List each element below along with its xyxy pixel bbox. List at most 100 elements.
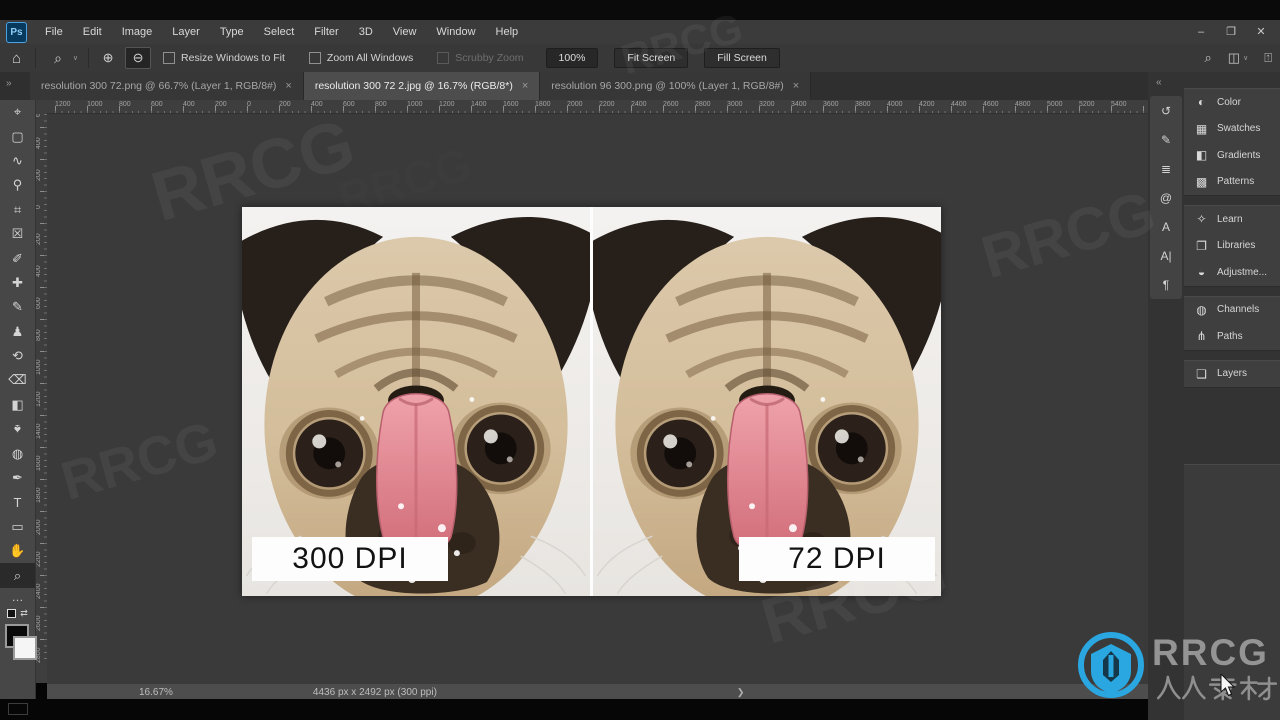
menu-item[interactable]: Help xyxy=(486,20,529,44)
clone-stamp-tool[interactable]: ♟ xyxy=(0,320,35,344)
character-panel-icon[interactable]: A xyxy=(1150,212,1182,241)
quick-mask-icon[interactable] xyxy=(8,703,28,715)
tab-close-icon[interactable]: × xyxy=(793,80,799,92)
brush-settings-panel-icon[interactable]: ✎ xyxy=(1150,125,1182,154)
libraries-panel-item[interactable]: ❐ Libraries xyxy=(1184,233,1280,260)
panel-item-label: Layers xyxy=(1217,368,1248,380)
background-color-chip[interactable] xyxy=(13,635,37,660)
object-selection-tool[interactable]: ⚲ xyxy=(0,173,35,197)
move-tool[interactable]: ⌖ xyxy=(0,100,35,124)
eyedropper-tool[interactable]: ✐ xyxy=(0,246,35,270)
canvas-workspace[interactable]: RRCG 300 DPI 72 DPI xyxy=(47,114,1148,683)
open-document-image[interactable]: 300 DPI 72 DPI xyxy=(242,207,941,596)
status-zoom-level[interactable]: 16.67% xyxy=(139,687,173,698)
close-button[interactable]: ✕ xyxy=(1246,20,1276,44)
zoom-tool-preset[interactable]: ⌕ ∨ xyxy=(40,50,84,67)
restore-button[interactable]: ❐ xyxy=(1216,20,1246,44)
tool-icon: ✋ xyxy=(9,543,26,559)
layers-panel-item[interactable]: ❏ Layers xyxy=(1184,361,1280,388)
swap-colors-control[interactable]: ⇄ xyxy=(0,606,35,622)
tab-close-icon[interactable]: × xyxy=(285,80,291,92)
ruler-tick-label: 1400 xyxy=(471,101,487,108)
option-checkbox[interactable]: Zoom All Windows xyxy=(308,52,414,64)
lasso-tool[interactable]: ∿ xyxy=(0,149,35,173)
channels-panel-item[interactable]: ◍ Channels xyxy=(1184,297,1280,324)
ruler-tick-label: 4400 xyxy=(951,101,967,108)
zoom-option-checkboxes: Resize Windows to Fit Zoom All Windows S… xyxy=(153,52,538,64)
history-panel-icon[interactable]: ↺ xyxy=(1150,96,1182,125)
edit-toolbar-button[interactable]: … xyxy=(0,588,35,606)
document-tab[interactable]: resolution 300 72.png @ 66.7% (Layer 1, … xyxy=(30,72,304,100)
tab-close-icon[interactable]: × xyxy=(522,80,528,92)
frame-tool[interactable]: ☒ xyxy=(0,222,35,246)
crop-tool[interactable]: ⌗ xyxy=(0,198,35,222)
blur-tool[interactable]: ♠ xyxy=(0,417,35,441)
fit-screen-button[interactable]: Fit Screen xyxy=(614,48,689,68)
ruler-tick-label: 3600 xyxy=(823,101,839,108)
tab-overflow-icon[interactable]: » xyxy=(6,78,12,89)
glyphs-panel-icon[interactable]: A| xyxy=(1150,241,1182,270)
gradients-panel-item[interactable]: ◧ Gradients xyxy=(1184,142,1280,169)
fill-screen-button[interactable]: Fill Screen xyxy=(704,48,780,68)
gradient-tool[interactable]: ◧ xyxy=(0,393,35,417)
brush-tool[interactable]: ✎ xyxy=(0,295,35,319)
menu-item[interactable]: 3D xyxy=(349,20,383,44)
pen-tool[interactable]: ✒ xyxy=(0,466,35,490)
ruler-tick-label: 600 xyxy=(151,101,163,108)
hand-tool[interactable]: ✋ xyxy=(0,539,35,563)
menu-item[interactable]: File xyxy=(35,20,73,44)
option-checkbox[interactable]: Scrubby Zoom xyxy=(437,52,524,64)
collapse-panels-icon[interactable]: « xyxy=(1156,77,1162,88)
pug-photo-72dpi: 72 DPI xyxy=(590,207,941,596)
workspace-switcher[interactable]: ◫ ∨ xyxy=(1228,50,1248,66)
patterns-panel-item[interactable]: ▩ Patterns xyxy=(1184,169,1280,196)
dpi-label-right: 72 DPI xyxy=(739,537,935,581)
status-chevron-icon[interactable]: ❯ xyxy=(737,687,745,698)
dodge-tool[interactable]: ◍ xyxy=(0,441,35,465)
document-tab[interactable]: resolution 96 300.png @ 100% (Layer 1, R… xyxy=(540,72,812,100)
menu-item[interactable]: Window xyxy=(426,20,485,44)
search-icon[interactable]: ⌕ xyxy=(1204,50,1211,66)
menu-item[interactable]: View xyxy=(383,20,427,44)
status-bar: 16.67% 4436 px x 2492 px (300 ppi) ❯ xyxy=(47,683,1148,700)
comments-panel-icon[interactable]: @ xyxy=(1150,183,1182,212)
type-tool[interactable]: T xyxy=(0,490,35,514)
adjustments-panel-item[interactable]: ◒ Adjustme... xyxy=(1184,259,1280,286)
zoom-out-button[interactable]: ⊖ xyxy=(125,47,152,69)
minimize-button[interactable]: – xyxy=(1186,20,1216,44)
menu-item[interactable]: Select xyxy=(254,20,305,44)
document-tab[interactable]: resolution 300 72 2.jpg @ 16.7% (RGB/8*)… xyxy=(303,72,541,100)
rectangle-tool[interactable]: ▭ xyxy=(0,515,35,539)
panel-item-label: Channels xyxy=(1217,304,1260,316)
paragraph-panel-icon[interactable]: ¶ xyxy=(1150,270,1182,299)
menu-item[interactable]: Filter xyxy=(304,20,348,44)
paths-panel-item[interactable]: ⋔ Paths xyxy=(1184,323,1280,350)
panel-group-learn: ✧ Learn ❐ Libraries ◒ Adjustme... xyxy=(1184,205,1280,287)
eraser-tool[interactable]: ⌫ xyxy=(0,368,35,392)
learn-panel-item[interactable]: ✧ Learn xyxy=(1184,206,1280,233)
panel-list: ◐ Color ▦ Swatches ◧ Gradients ▩ Pattern… xyxy=(1184,88,1280,397)
menu-item[interactable]: Type xyxy=(210,20,254,44)
panel-item-label: Color xyxy=(1217,96,1241,108)
zoom-in-button[interactable]: ⊕ xyxy=(95,47,121,69)
menu-item[interactable]: Edit xyxy=(73,20,112,44)
option-checkbox[interactable]: Resize Windows to Fit xyxy=(163,52,285,64)
checkbox-label: Zoom All Windows xyxy=(326,52,414,64)
zoom-100-button[interactable]: 100% xyxy=(545,48,599,68)
tool-icon: ◍ xyxy=(11,445,24,461)
ruler-tick-label: 600 xyxy=(35,114,47,127)
zoom-tool[interactable]: ⌕ xyxy=(0,563,35,588)
tool-presets-panel-icon[interactable]: ≣ xyxy=(1150,154,1182,183)
tool-options-bar: ⌂ ⌕ ∨ ⊕ ⊖ Resize Windows to Fit Zoom All… xyxy=(0,44,1280,73)
swatches-panel-item[interactable]: ▦ Swatches xyxy=(1184,116,1280,143)
menu-item[interactable]: Image xyxy=(112,20,163,44)
tool-icon: ∿ xyxy=(12,152,23,168)
share-icon[interactable]: ⍐ xyxy=(1264,50,1272,66)
rectangular-marquee-tool[interactable]: ▢ xyxy=(0,124,35,148)
color-panel-item[interactable]: ◐ Color xyxy=(1184,89,1280,116)
home-icon[interactable]: ⌂ xyxy=(0,50,31,67)
magnifier-icon: ⌕ xyxy=(54,49,62,66)
history-brush-tool[interactable]: ⟲ xyxy=(0,344,35,368)
healing-brush-tool[interactable]: ✚ xyxy=(0,271,35,295)
menu-item[interactable]: Layer xyxy=(162,20,210,44)
